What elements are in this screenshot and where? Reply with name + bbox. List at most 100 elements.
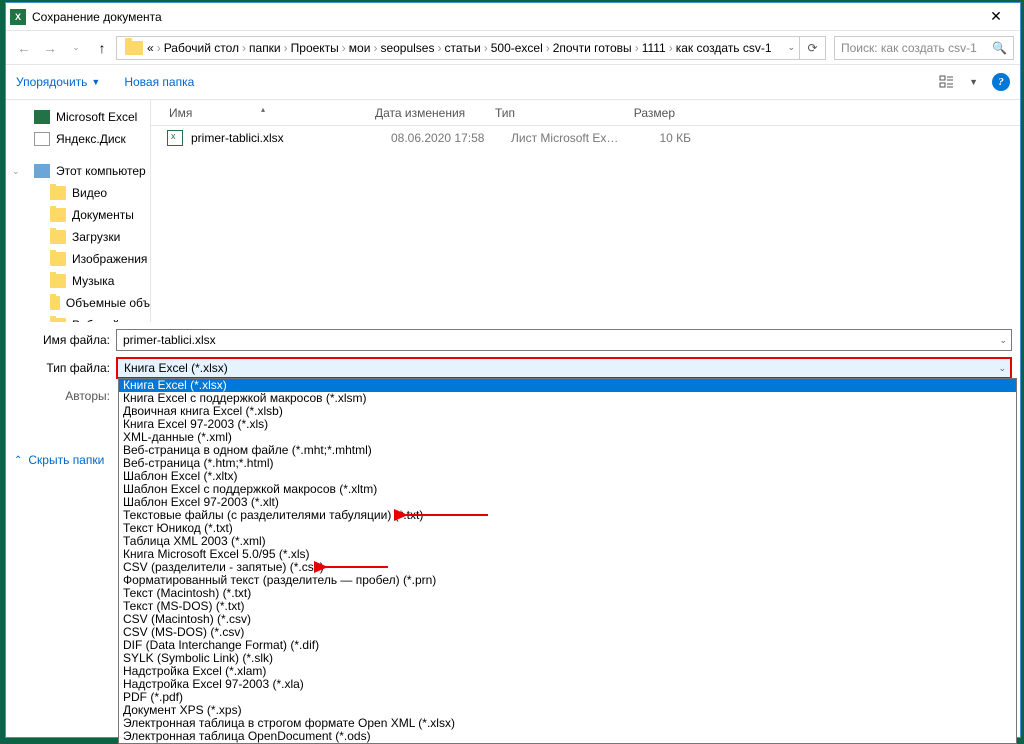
sidebar-folder[interactable]: Объемные объ	[6, 292, 150, 314]
filetype-option[interactable]: Книга Excel с поддержкой макросов (*.xls…	[119, 392, 1016, 405]
excel-app-icon: X	[10, 9, 26, 25]
breadcrumb-item[interactable]: 2почти готовы	[553, 41, 632, 55]
breadcrumb-item[interactable]: Проекты	[291, 41, 339, 55]
breadcrumb-item[interactable]: 500-excel	[491, 41, 543, 55]
filetype-option[interactable]: Шаблон Excel с поддержкой макросов (*.xl…	[119, 483, 1016, 496]
filetype-label: Тип файла:	[6, 361, 116, 375]
sidebar-folder[interactable]: Документы	[6, 204, 150, 226]
hide-folders-button[interactable]: ⌃ Скрыть папки	[8, 450, 110, 470]
filetype-option[interactable]: Книга Excel 97-2003 (*.xls)	[119, 418, 1016, 431]
sidebar-folder[interactable]: Рабочий стол	[6, 314, 150, 322]
filetype-option[interactable]: CSV (MS-DOS) (*.csv)	[119, 626, 1016, 639]
filetype-option[interactable]: PDF (*.pdf)	[119, 691, 1016, 704]
breadcrumb-separator: ›	[157, 41, 161, 55]
sidebar-item[interactable]: Яндекс.Диск	[6, 128, 150, 150]
breadcrumb-separator: ›	[437, 41, 441, 55]
chevron-down-icon[interactable]: ⌄	[998, 363, 1006, 374]
xlsx-file-icon	[167, 130, 183, 146]
titlebar: X Сохранение документа ✕	[6, 3, 1020, 31]
back-button[interactable]: ←	[12, 36, 36, 60]
navigation-bar: ← → ⌄ ↑ « ›Рабочий стол›папки›Проекты›мо…	[6, 31, 1020, 64]
expand-icon[interactable]: ⌄	[12, 166, 20, 177]
filetype-option[interactable]: Шаблон Excel (*.xltx)	[119, 470, 1016, 483]
folder-icon	[50, 318, 66, 322]
filetype-dropdown[interactable]: Книга Excel (*.xlsx)Книга Excel с поддер…	[118, 378, 1017, 744]
authors-label: Авторы:	[6, 389, 116, 403]
filetype-option[interactable]: Форматированный текст (разделитель — про…	[119, 574, 1016, 587]
filetype-option[interactable]: XML-данные (*.xml)	[119, 431, 1016, 444]
filetype-option[interactable]: Надстройка Excel (*.xlam)	[119, 665, 1016, 678]
filetype-option[interactable]: Текст (MS-DOS) (*.txt)	[119, 600, 1016, 613]
help-button[interactable]: ?	[992, 73, 1010, 91]
col-type[interactable]: Тип	[495, 106, 605, 120]
filetype-option[interactable]: CSV (разделители - запятые) (*.csv)	[119, 561, 1016, 574]
breadcrumb-dropdown[interactable]: ⌄	[787, 42, 795, 53]
breadcrumb-separator: ›	[635, 41, 639, 55]
column-headers: Имя▴ Дата изменения Тип Размер	[151, 100, 1020, 126]
folder-icon	[125, 41, 143, 55]
sidebar-this-pc[interactable]: ⌄ Этот компьютер	[6, 160, 150, 182]
new-folder-button[interactable]: Новая папка	[124, 75, 194, 89]
col-name[interactable]: Имя▴	[151, 106, 375, 120]
file-row[interactable]: primer-tablici.xlsx 08.06.2020 17:58 Лис…	[151, 126, 1020, 150]
breadcrumb-item[interactable]: папки	[249, 41, 281, 55]
toolbar: Упорядочить ▼ Новая папка ▼ ?	[6, 64, 1020, 100]
filetype-option[interactable]: Книга Excel (*.xlsx)	[119, 379, 1016, 392]
breadcrumb-bar[interactable]: « ›Рабочий стол›папки›Проекты›мои›seopul…	[116, 36, 800, 60]
filetype-option[interactable]: Документ XPS (*.xps)	[119, 704, 1016, 717]
breadcrumb-separator: ›	[373, 41, 377, 55]
sidebar-folder[interactable]: Загрузки	[6, 226, 150, 248]
filetype-option[interactable]: DIF (Data Interchange Format) (*.dif)	[119, 639, 1016, 652]
refresh-button[interactable]: ⟳	[800, 36, 826, 60]
folder-icon	[50, 208, 66, 222]
sidebar-folder[interactable]: Музыка	[6, 270, 150, 292]
breadcrumb-item[interactable]: статьи	[444, 41, 480, 55]
search-input[interactable]: Поиск: как создать csv-1 🔍	[834, 36, 1014, 60]
filetype-option[interactable]: Текст (Macintosh) (*.txt)	[119, 587, 1016, 600]
filetype-option[interactable]: Электронная таблица в строгом формате Op…	[119, 717, 1016, 730]
filetype-option[interactable]: Текстовые файлы (с разделителями табуляц…	[119, 509, 1016, 522]
filetype-option[interactable]: Таблица XML 2003 (*.xml)	[119, 535, 1016, 548]
pc-icon	[34, 164, 50, 178]
folder-icon	[50, 230, 66, 244]
folder-icon	[50, 186, 66, 200]
filename-label: Имя файла:	[6, 333, 116, 347]
up-button[interactable]: ↑	[90, 36, 114, 60]
filetype-select[interactable]: Книга Excel (*.xlsx) ⌄	[116, 357, 1012, 379]
filetype-option[interactable]: Шаблон Excel 97-2003 (*.xlt)	[119, 496, 1016, 509]
col-date[interactable]: Дата изменения	[375, 106, 495, 120]
chevron-down-icon: ▼	[91, 77, 100, 87]
breadcrumb-separator: ›	[669, 41, 673, 55]
filetype-option[interactable]: Текст Юникод (*.txt)	[119, 522, 1016, 535]
view-dropdown[interactable]: ▼	[969, 77, 978, 87]
breadcrumb-item[interactable]: 1111	[642, 41, 666, 55]
filetype-option[interactable]: CSV (Macintosh) (*.csv)	[119, 613, 1016, 626]
breadcrumb-separator: ›	[284, 41, 288, 55]
breadcrumb-item[interactable]: Рабочий стол	[164, 41, 239, 55]
breadcrumb-item[interactable]: мои	[349, 41, 371, 55]
sidebar-item[interactable]: Microsoft Excel	[6, 106, 150, 128]
file-list: Имя▴ Дата изменения Тип Размер primer-ta…	[151, 100, 1020, 322]
organize-button[interactable]: Упорядочить ▼	[16, 75, 100, 89]
chevron-down-icon[interactable]: ⌄	[999, 335, 1007, 346]
col-size[interactable]: Размер	[605, 106, 675, 120]
filetype-option[interactable]: Веб-страница в одном файле (*.mht;*.mhtm…	[119, 444, 1016, 457]
filetype-option[interactable]: Надстройка Excel 97-2003 (*.xla)	[119, 678, 1016, 691]
filetype-option[interactable]: Электронная таблица OpenDocument (*.ods)	[119, 730, 1016, 743]
search-icon: 🔍	[992, 41, 1007, 55]
filetype-option[interactable]: Книга Microsoft Excel 5.0/95 (*.xls)	[119, 548, 1016, 561]
sidebar-folder[interactable]: Изображения	[6, 248, 150, 270]
filename-input[interactable]: primer-tablici.xlsx ⌄	[116, 329, 1012, 351]
breadcrumb-item[interactable]: как создать csv-1	[676, 41, 772, 55]
recent-button[interactable]: ⌄	[64, 36, 88, 60]
forward-button[interactable]: →	[38, 36, 62, 60]
sidebar: Microsoft ExcelЯндекс.Диск ⌄ Этот компью…	[6, 100, 151, 322]
view-options-button[interactable]	[939, 74, 955, 90]
close-button[interactable]: ✕	[976, 5, 1016, 29]
filetype-option[interactable]: Двоичная книга Excel (*.xlsb)	[119, 405, 1016, 418]
filetype-option[interactable]: Веб-страница (*.htm;*.html)	[119, 457, 1016, 470]
folder-icon	[50, 274, 66, 288]
filetype-option[interactable]: SYLK (Symbolic Link) (*.slk)	[119, 652, 1016, 665]
breadcrumb-item[interactable]: seopulses	[380, 41, 434, 55]
sidebar-folder[interactable]: Видео	[6, 182, 150, 204]
